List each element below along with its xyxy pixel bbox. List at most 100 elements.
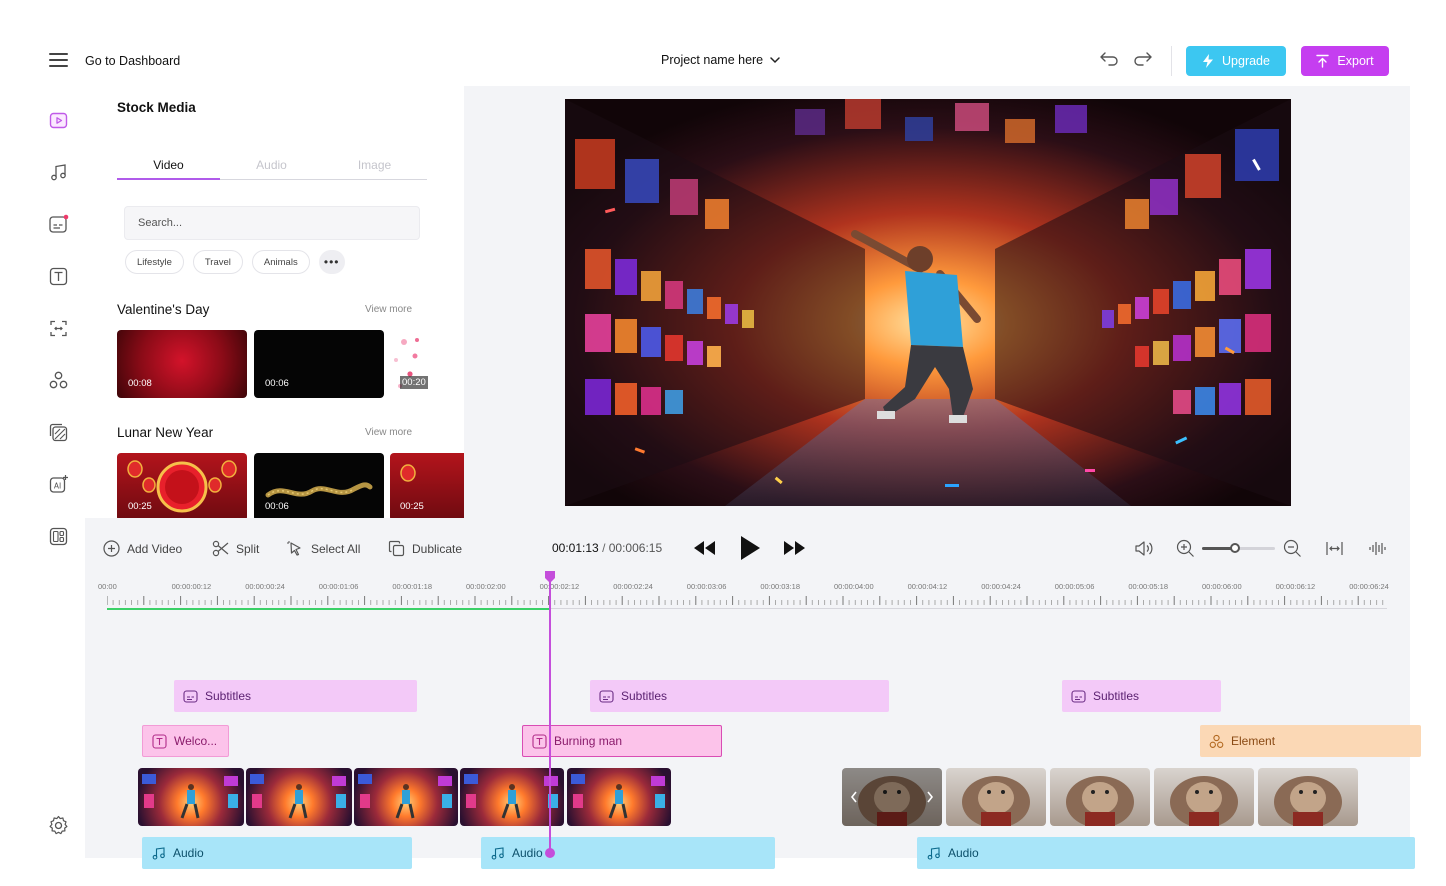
overlay-icon[interactable] [48, 422, 69, 443]
frame-art [358, 774, 452, 819]
element-clip[interactable]: Element [1200, 725, 1421, 757]
ruler-label: 00:00 [98, 582, 117, 591]
ruler-label: 00:00:01:06 [318, 582, 359, 591]
audio-clip[interactable]: Audio [142, 837, 412, 869]
playhead-handle[interactable] [544, 571, 556, 584]
ai-icon[interactable]: AI [48, 474, 69, 495]
search-input[interactable]: Search... [124, 206, 420, 240]
add-video-button[interactable]: Add Video [103, 540, 182, 557]
elements-icon[interactable] [48, 370, 69, 391]
text-icon[interactable] [48, 266, 69, 287]
clip-label: Subtitles [621, 689, 668, 703]
play-icon[interactable] [740, 536, 760, 560]
frame-art [571, 774, 665, 819]
video-clip-frame[interactable] [246, 768, 352, 826]
playhead[interactable] [549, 582, 551, 854]
video-preview[interactable] [565, 99, 1291, 506]
text-clip-selected[interactable]: Burning man [522, 725, 722, 757]
video-clip-frame[interactable] [1154, 768, 1254, 826]
subtitles-icon[interactable] [48, 214, 69, 235]
zoom-out-icon[interactable] [1283, 539, 1302, 558]
duplicate-label: Dublicate [412, 541, 463, 556]
duration-label: 00:06 [265, 501, 289, 512]
current-time: 00:01:13 [552, 541, 599, 555]
ruler-label: 00:00:01:18 [392, 582, 433, 591]
fit-to-screen-icon[interactable] [1325, 539, 1344, 558]
playback-progress [107, 608, 549, 610]
split-button[interactable]: Split [212, 540, 259, 557]
duration-label: 00:25 [128, 501, 152, 512]
media-thumbnail[interactable]: 00:08 [117, 330, 247, 398]
ruler-label: 00:00:06:00 [1202, 582, 1242, 591]
preview-frame [565, 99, 1291, 506]
view-more-lunar[interactable]: View more [365, 427, 412, 438]
media-thumbnail[interactable]: 00:25 [117, 453, 247, 518]
video-clip-frame[interactable] [354, 768, 458, 826]
video-editor-app: Go to Dashboard Project name here Upgrad… [32, 30, 1421, 869]
add-video-label: Add Video [127, 541, 183, 556]
project-name-dropdown[interactable]: Project name here [661, 53, 781, 67]
elements-icon [1209, 734, 1224, 748]
header-divider [1171, 46, 1172, 76]
video-icon[interactable] [48, 110, 69, 131]
export-icon [1316, 54, 1330, 68]
media-thumbnail[interactable]: 00:25 [390, 453, 464, 518]
more-chips-icon[interactable]: ••• [318, 250, 345, 274]
go-to-dashboard-link[interactable]: Go to Dashboard [85, 54, 180, 68]
music-icon [152, 846, 165, 860]
tab-audio[interactable]: Audio [220, 158, 323, 172]
stock-media-panel: Stock Media Video Audio Image Search... … [85, 86, 464, 518]
select-all-button[interactable]: Select All [287, 540, 360, 557]
export-button[interactable]: Export [1301, 46, 1389, 76]
chip-travel[interactable]: Travel [192, 250, 243, 274]
subtitles-clip[interactable]: Subtitles [174, 680, 417, 712]
settings-icon[interactable] [48, 815, 69, 836]
duplicate-button[interactable]: Dublicate [388, 540, 462, 557]
templates-icon[interactable] [48, 526, 69, 547]
duration-label: 00:06 [265, 378, 289, 389]
video-clip-frame[interactable] [1258, 768, 1358, 826]
transitions-icon[interactable] [48, 318, 69, 339]
media-thumbnail[interactable]: 00:06 [254, 330, 384, 398]
tab-video[interactable]: Video [117, 158, 220, 172]
upgrade-button[interactable]: Upgrade [1186, 46, 1286, 76]
audio-clip[interactable]: Audio [481, 837, 775, 869]
export-label: Export [1337, 54, 1374, 68]
video-clip-frame[interactable] [138, 768, 244, 826]
media-thumbnail[interactable]: 00:06 [254, 453, 384, 518]
rewind-icon[interactable] [694, 541, 715, 555]
view-more-valentines[interactable]: View more [365, 304, 412, 315]
video-clip-frame[interactable] [842, 768, 942, 826]
video-clip-frame[interactable] [1050, 768, 1150, 826]
waveform-icon[interactable] [1368, 539, 1387, 558]
chip-animals[interactable]: Animals [251, 250, 310, 274]
zoom-slider-handle[interactable] [1229, 543, 1240, 553]
section-title-lunar: Lunar New Year [117, 425, 214, 440]
text-icon [532, 733, 547, 749]
menu-icon[interactable] [49, 53, 68, 67]
ruler-label: 00:00:04:12 [907, 582, 948, 591]
frame-art [1274, 776, 1342, 826]
clip-label: Subtitles [205, 689, 252, 703]
zoom-in-icon[interactable] [1176, 539, 1195, 558]
playhead-end-handle[interactable] [544, 847, 556, 859]
volume-icon[interactable] [1134, 539, 1153, 558]
subtitles-clip[interactable]: Subtitles [1062, 680, 1221, 712]
subtitles-clip[interactable]: Subtitles [590, 680, 889, 712]
ruler-label: 00:00:06:24 [1349, 582, 1389, 591]
redo-icon[interactable] [1132, 50, 1154, 68]
total-time: 00:006:15 [608, 541, 663, 555]
tab-image[interactable]: Image [323, 158, 426, 172]
audio-clip[interactable]: Audio [917, 837, 1415, 869]
chip-lifestyle[interactable]: Lifestyle [125, 250, 184, 274]
zoom-slider[interactable] [1202, 543, 1275, 553]
frame-art [842, 768, 942, 826]
fast-forward-icon[interactable] [784, 541, 805, 555]
subtitles-icon [1071, 689, 1086, 703]
music-icon[interactable] [48, 162, 69, 183]
video-clip-frame[interactable] [946, 768, 1046, 826]
video-clip-frame[interactable] [567, 768, 671, 826]
text-clip[interactable]: Welco... [142, 725, 229, 757]
undo-icon[interactable] [1098, 50, 1120, 68]
media-thumbnail[interactable]: 00:20 [390, 330, 464, 398]
